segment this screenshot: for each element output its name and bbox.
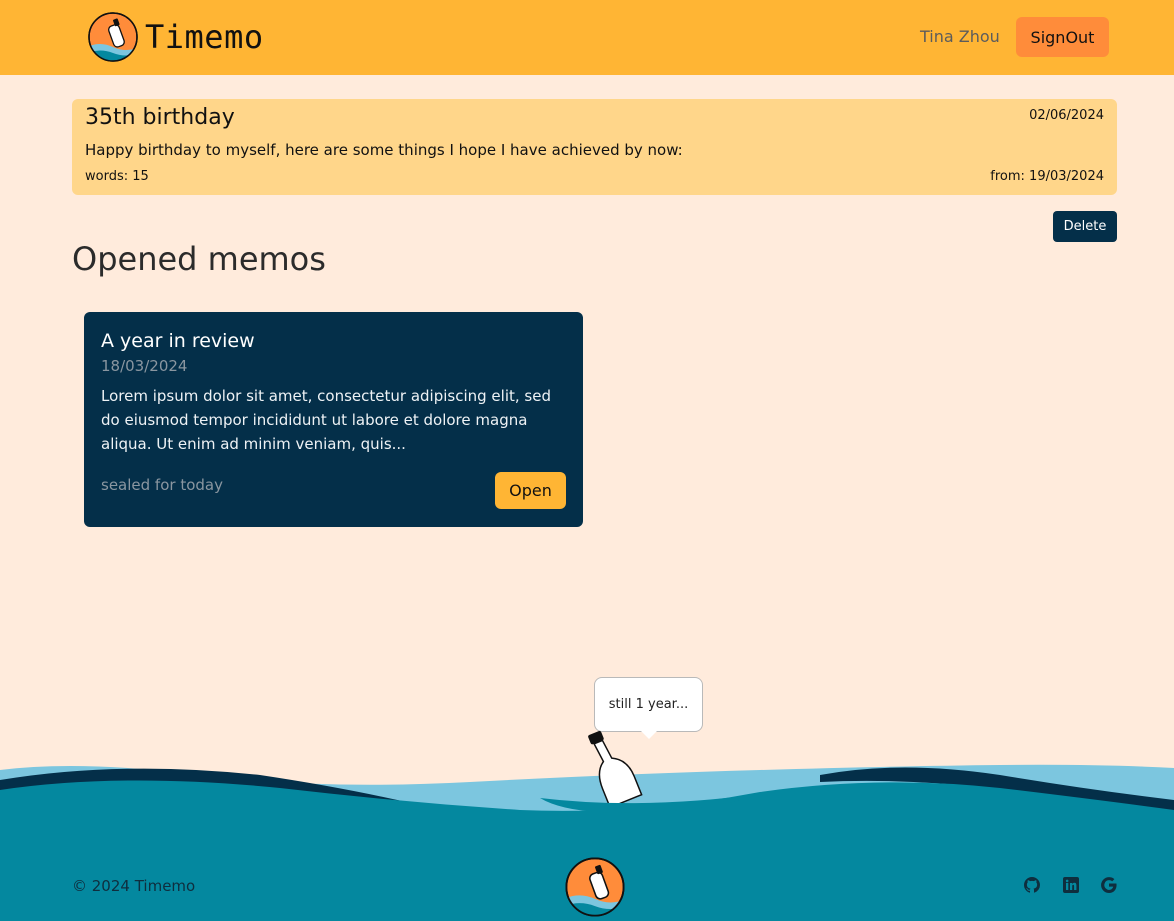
- bubble-text: still 1 year...: [608, 697, 689, 712]
- navbar: Timemo Tina Zhou SignOut: [0, 0, 1174, 75]
- user-name[interactable]: Tina Zhou: [920, 27, 1000, 46]
- google-icon[interactable]: [1101, 877, 1117, 893]
- message-in-a-bottle-logo: [88, 12, 138, 62]
- opened-memo-date: 18/03/2024: [101, 357, 188, 375]
- footer-logo-icon[interactable]: [564, 856, 626, 918]
- brand-name: Timemo: [145, 18, 264, 56]
- opened-memo-card: A year in review 18/03/2024 Lorem ipsum …: [84, 312, 583, 527]
- memo-date: 02/06/2024: [1029, 108, 1104, 123]
- footer-copyright: © 2024 Timemo: [72, 877, 196, 895]
- memo-word-count: words: 15: [85, 169, 149, 184]
- delete-button[interactable]: Delete: [1053, 211, 1117, 242]
- opened-memo-excerpt: Lorem ipsum dolor sit amet, consectetur …: [101, 387, 551, 453]
- opened-memos-heading: Opened memos: [72, 240, 326, 278]
- opened-memo-status: sealed for today: [101, 476, 223, 494]
- signout-button[interactable]: SignOut: [1016, 17, 1109, 57]
- memo-from-date: from: 19/03/2024: [990, 169, 1104, 184]
- opened-memo-title: A year in review: [101, 330, 255, 352]
- featured-memo-card: 35th birthday 02/06/2024 Happy birthday …: [72, 99, 1117, 195]
- open-memo-button[interactable]: Open: [495, 472, 566, 509]
- memo-body: Happy birthday to myself, here are some …: [85, 141, 683, 159]
- brand-link[interactable]: Timemo: [87, 11, 264, 63]
- github-icon[interactable]: [1024, 877, 1040, 893]
- linkedin-icon[interactable]: [1063, 877, 1079, 893]
- memo-title: 35th birthday: [85, 105, 235, 130]
